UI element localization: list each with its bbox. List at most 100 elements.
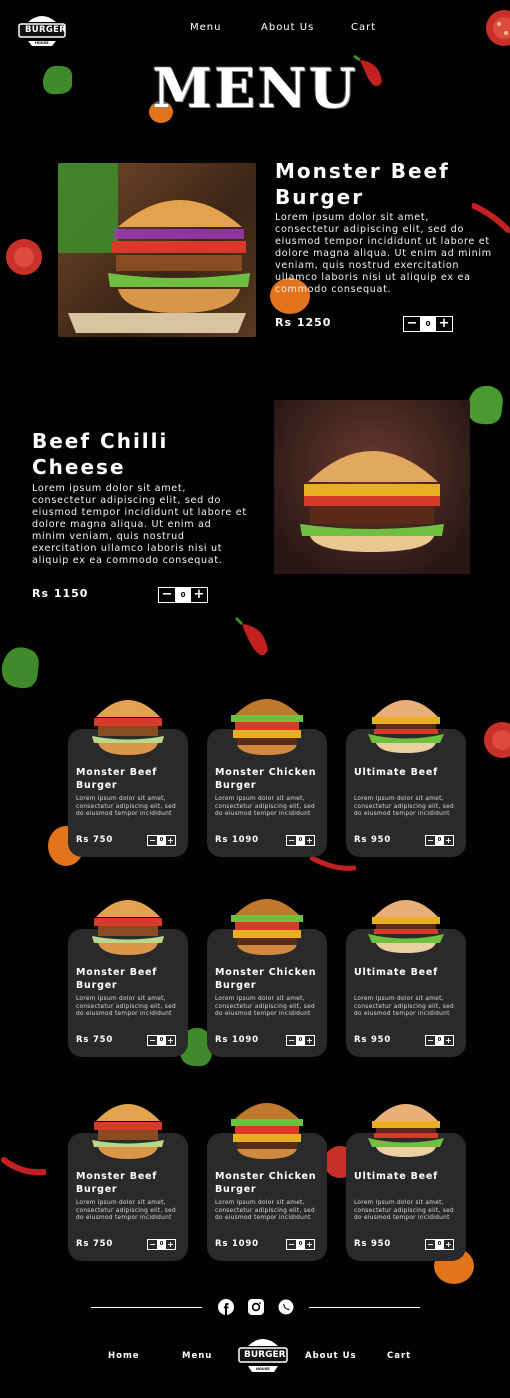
featured-quantity-stepper: − 0 + [403,316,453,332]
nav-about-link[interactable]: About Us [261,22,314,33]
burger-image [368,887,444,957]
card-price: Rs 750 [76,1239,114,1249]
card-description: Lorem ipsum dolor sit amet, consectetur … [354,996,454,1017]
quantity-value[interactable]: 0 [435,836,444,845]
increment-button[interactable]: + [166,1240,175,1249]
card-title-line2: Burger [76,780,118,791]
decrement-button[interactable]: − [287,836,296,845]
footer-logo[interactable]: BURGER HOUSE [236,1332,290,1378]
card-quantity-stepper: −0 + [286,835,315,846]
increment-button[interactable]: + [305,1240,314,1249]
card-title: Monster Beef Burger [76,966,186,992]
card-title: Ultimate Beef [354,766,464,779]
quantity-value[interactable]: 0 [175,588,191,602]
increment-button[interactable]: + [166,1036,175,1045]
card-title-line1: Monster Chicken [215,967,317,978]
card-price: Rs 950 [354,1035,392,1045]
footer-menu-link[interactable]: Menu [182,1351,212,1361]
footer-cart-link[interactable]: Cart [387,1351,411,1361]
featured-burger-image [58,163,256,337]
card-title-line2: Burger [76,1184,118,1195]
card-quantity-stepper: −0 + [147,1035,176,1046]
quantity-value[interactable]: 0 [435,1240,444,1249]
decrement-button[interactable]: − [148,836,157,845]
featured-price: Rs 1250 [275,316,332,329]
increment-button[interactable]: + [444,1036,453,1045]
card-title: Monster Beef Burger [76,1170,186,1196]
quantity-value[interactable]: 0 [296,1036,305,1045]
burger-image [90,887,166,957]
card-price: Rs 1090 [215,1239,259,1249]
chilli-decoration [1,1157,46,1176]
burger-image [368,1091,444,1161]
decrement-button[interactable]: − [426,1240,435,1249]
menu-card[interactable]: Monster Chicken Burger Lorem ipsum dolor s… [207,699,327,857]
burger-image [90,687,166,757]
card-quantity-stepper: −0 + [425,1239,454,1250]
quantity-value[interactable]: 0 [296,836,305,845]
card-title-line1: Monster Chicken [215,767,317,778]
menu-card[interactable]: Ultimate Beef Lorem ipsum dolor sit amet,… [346,900,466,1057]
quantity-value[interactable]: 0 [296,1240,305,1249]
card-description: Lorem ipsum dolor sit amet, consectetur … [354,796,454,817]
card-title: Monster Chicken Burger [215,766,325,792]
card-description: Lorem ipsum dolor sit amet, consectetur … [76,796,176,817]
quantity-value[interactable]: 0 [420,317,436,331]
card-title-line1: Monster Chicken [215,1171,317,1182]
menu-card[interactable]: Ultimate Beef Lorem ipsum dolor sit amet,… [346,700,466,857]
page-title: MENU [152,56,358,120]
footer-home-link[interactable]: Home [108,1351,140,1361]
footer-about-link[interactable]: About Us [305,1351,357,1361]
decrement-button[interactable]: − [159,588,175,602]
featured-title: Beef Chilli Cheese [32,428,252,480]
card-title-line2: Burger [215,980,257,991]
card-title-line1: Monster Beef [76,1171,158,1182]
chilli-decoration [234,616,268,656]
card-title-line2: Burger [76,980,118,991]
logo-text: BURGER [25,25,67,35]
quantity-value[interactable]: 0 [157,836,166,845]
menu-card[interactable]: Monster Beef Burger Lorem ipsum dolor sit … [68,700,188,857]
quantity-value[interactable]: 0 [435,1036,444,1045]
whatsapp-icon[interactable] [278,1299,294,1315]
increment-button[interactable]: + [444,1240,453,1249]
logo-subtext: HOUSE [256,1367,270,1371]
increment-button[interactable]: + [305,1036,314,1045]
card-quantity-stepper: −0 + [425,1035,454,1046]
menu-card[interactable]: Monster Chicken Burger Lorem ipsum dolor s… [207,1103,327,1261]
menu-card[interactable]: Monster Chicken Burger Lorem ipsum dolor s… [207,899,327,1057]
burger-image [229,1091,305,1161]
card-price: Rs 1090 [215,835,259,845]
decrement-button[interactable]: − [426,836,435,845]
decrement-button[interactable]: − [287,1240,296,1249]
logo-text: BURGER [244,1350,286,1360]
menu-card[interactable]: Ultimate Beef Lorem ipsum dolor sit amet,… [346,1104,466,1261]
decrement-button[interactable]: − [148,1036,157,1045]
facebook-icon[interactable] [218,1299,234,1315]
card-title-line1: Monster Beef [76,967,158,978]
instagram-icon[interactable] [248,1299,264,1315]
featured-title-line1: Beef Chilli [32,429,169,453]
menu-card[interactable]: Monster Beef Burger Lorem ipsum dolor sit … [68,900,188,1057]
tomato-slice-decoration [486,10,510,46]
decrement-button[interactable]: − [426,1036,435,1045]
card-quantity-stepper: −0 + [147,1239,176,1250]
burger-image [229,887,305,957]
decrement-button[interactable]: − [148,1240,157,1249]
increment-button[interactable]: + [166,836,175,845]
quantity-value[interactable]: 0 [157,1240,166,1249]
quantity-value[interactable]: 0 [157,1036,166,1045]
decrement-button[interactable]: − [287,1036,296,1045]
nav-cart-link[interactable]: Cart [351,22,376,33]
brand-logo[interactable]: BURGER HOUSE [16,8,68,52]
card-title-line1: Monster Beef [76,767,158,778]
decrement-button[interactable]: − [404,317,420,331]
increment-button[interactable]: + [436,317,452,331]
card-title: Monster Beef Burger [76,766,186,792]
increment-button[interactable]: + [191,588,207,602]
card-quantity-stepper: −0 + [286,1035,315,1046]
nav-menu-link[interactable]: Menu [190,22,221,33]
increment-button[interactable]: + [305,836,314,845]
increment-button[interactable]: + [444,836,453,845]
menu-card[interactable]: Monster Beef Burger Lorem ipsum dolor sit … [68,1104,188,1261]
